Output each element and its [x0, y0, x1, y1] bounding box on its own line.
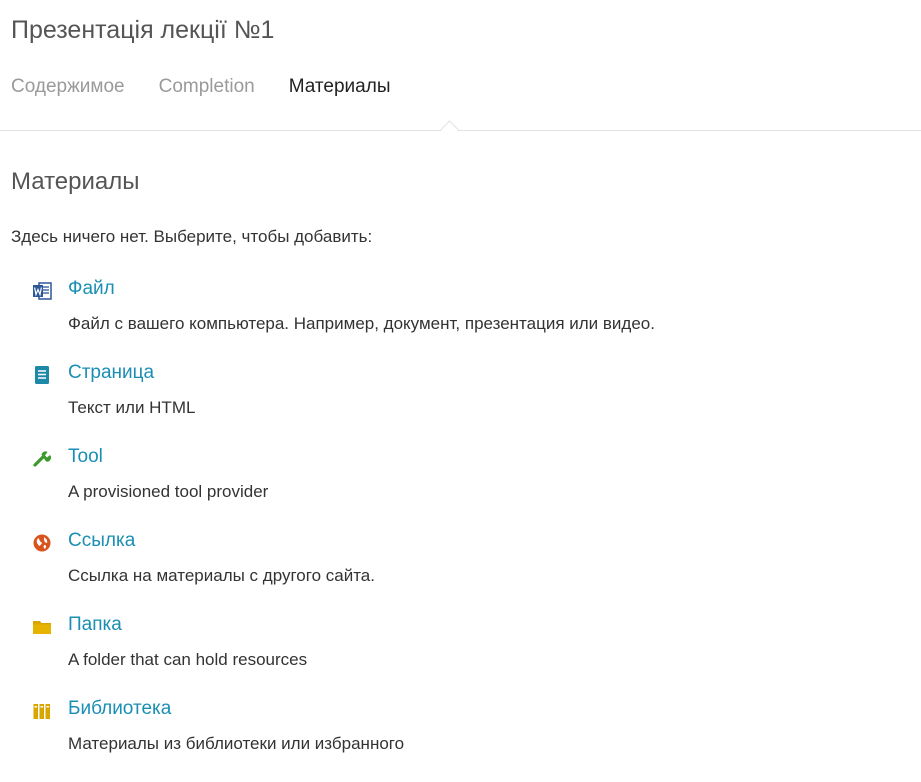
tab-bar: Содержимое Completion Материалы — [11, 76, 424, 102]
file-link[interactable]: Файл — [68, 278, 115, 300]
option-url: Ссылка Ссылка на материалы с другого сай… — [31, 530, 919, 614]
wrench-icon — [31, 448, 53, 470]
file-description: Файл с вашего компьютера. Например, доку… — [68, 314, 655, 333]
option-file: Файл Файл с вашего компьютера. Например,… — [31, 278, 919, 362]
page-link[interactable]: Страница — [68, 362, 154, 384]
empty-state-text: Здесь ничего нет. Выберите, чтобы добави… — [11, 227, 373, 246]
tool-link[interactable]: Tool — [68, 446, 103, 468]
folder-link[interactable]: Папка — [68, 614, 122, 636]
library-description: Материалы из библиотеки или избранного — [68, 734, 405, 753]
globe-icon — [31, 532, 53, 554]
url-link[interactable]: Ссылка — [68, 530, 135, 552]
folder-icon — [31, 616, 53, 638]
tool-description: A provisioned tool provider — [68, 482, 269, 501]
page-description: Текст или HTML — [68, 398, 196, 417]
tab-divider — [0, 130, 921, 131]
tab-materials[interactable]: Материалы — [289, 76, 391, 102]
tab-completion[interactable]: Completion — [159, 76, 255, 102]
url-description: Ссылка на материалы с другого сайта. — [68, 566, 375, 585]
page-title: Презентація лекції №1 — [11, 16, 275, 44]
option-tool: Tool A provisioned tool provider — [31, 446, 919, 530]
section-title: Материалы — [11, 168, 140, 195]
word-file-icon — [31, 280, 53, 302]
library-icon — [31, 700, 53, 722]
folder-description: A folder that can hold resources — [68, 650, 308, 669]
option-folder: Папка A folder that can hold resources — [31, 614, 919, 698]
page-icon — [31, 364, 53, 386]
library-link[interactable]: Библиотека — [68, 698, 171, 720]
add-material-options: Файл Файл с вашего компьютера. Например,… — [31, 278, 919, 782]
tab-content[interactable]: Содержимое — [11, 76, 125, 102]
option-page: Страница Текст или HTML — [31, 362, 919, 446]
active-tab-pointer — [440, 120, 459, 139]
option-library: Библиотека Материалы из библиотеки или и… — [31, 698, 919, 782]
